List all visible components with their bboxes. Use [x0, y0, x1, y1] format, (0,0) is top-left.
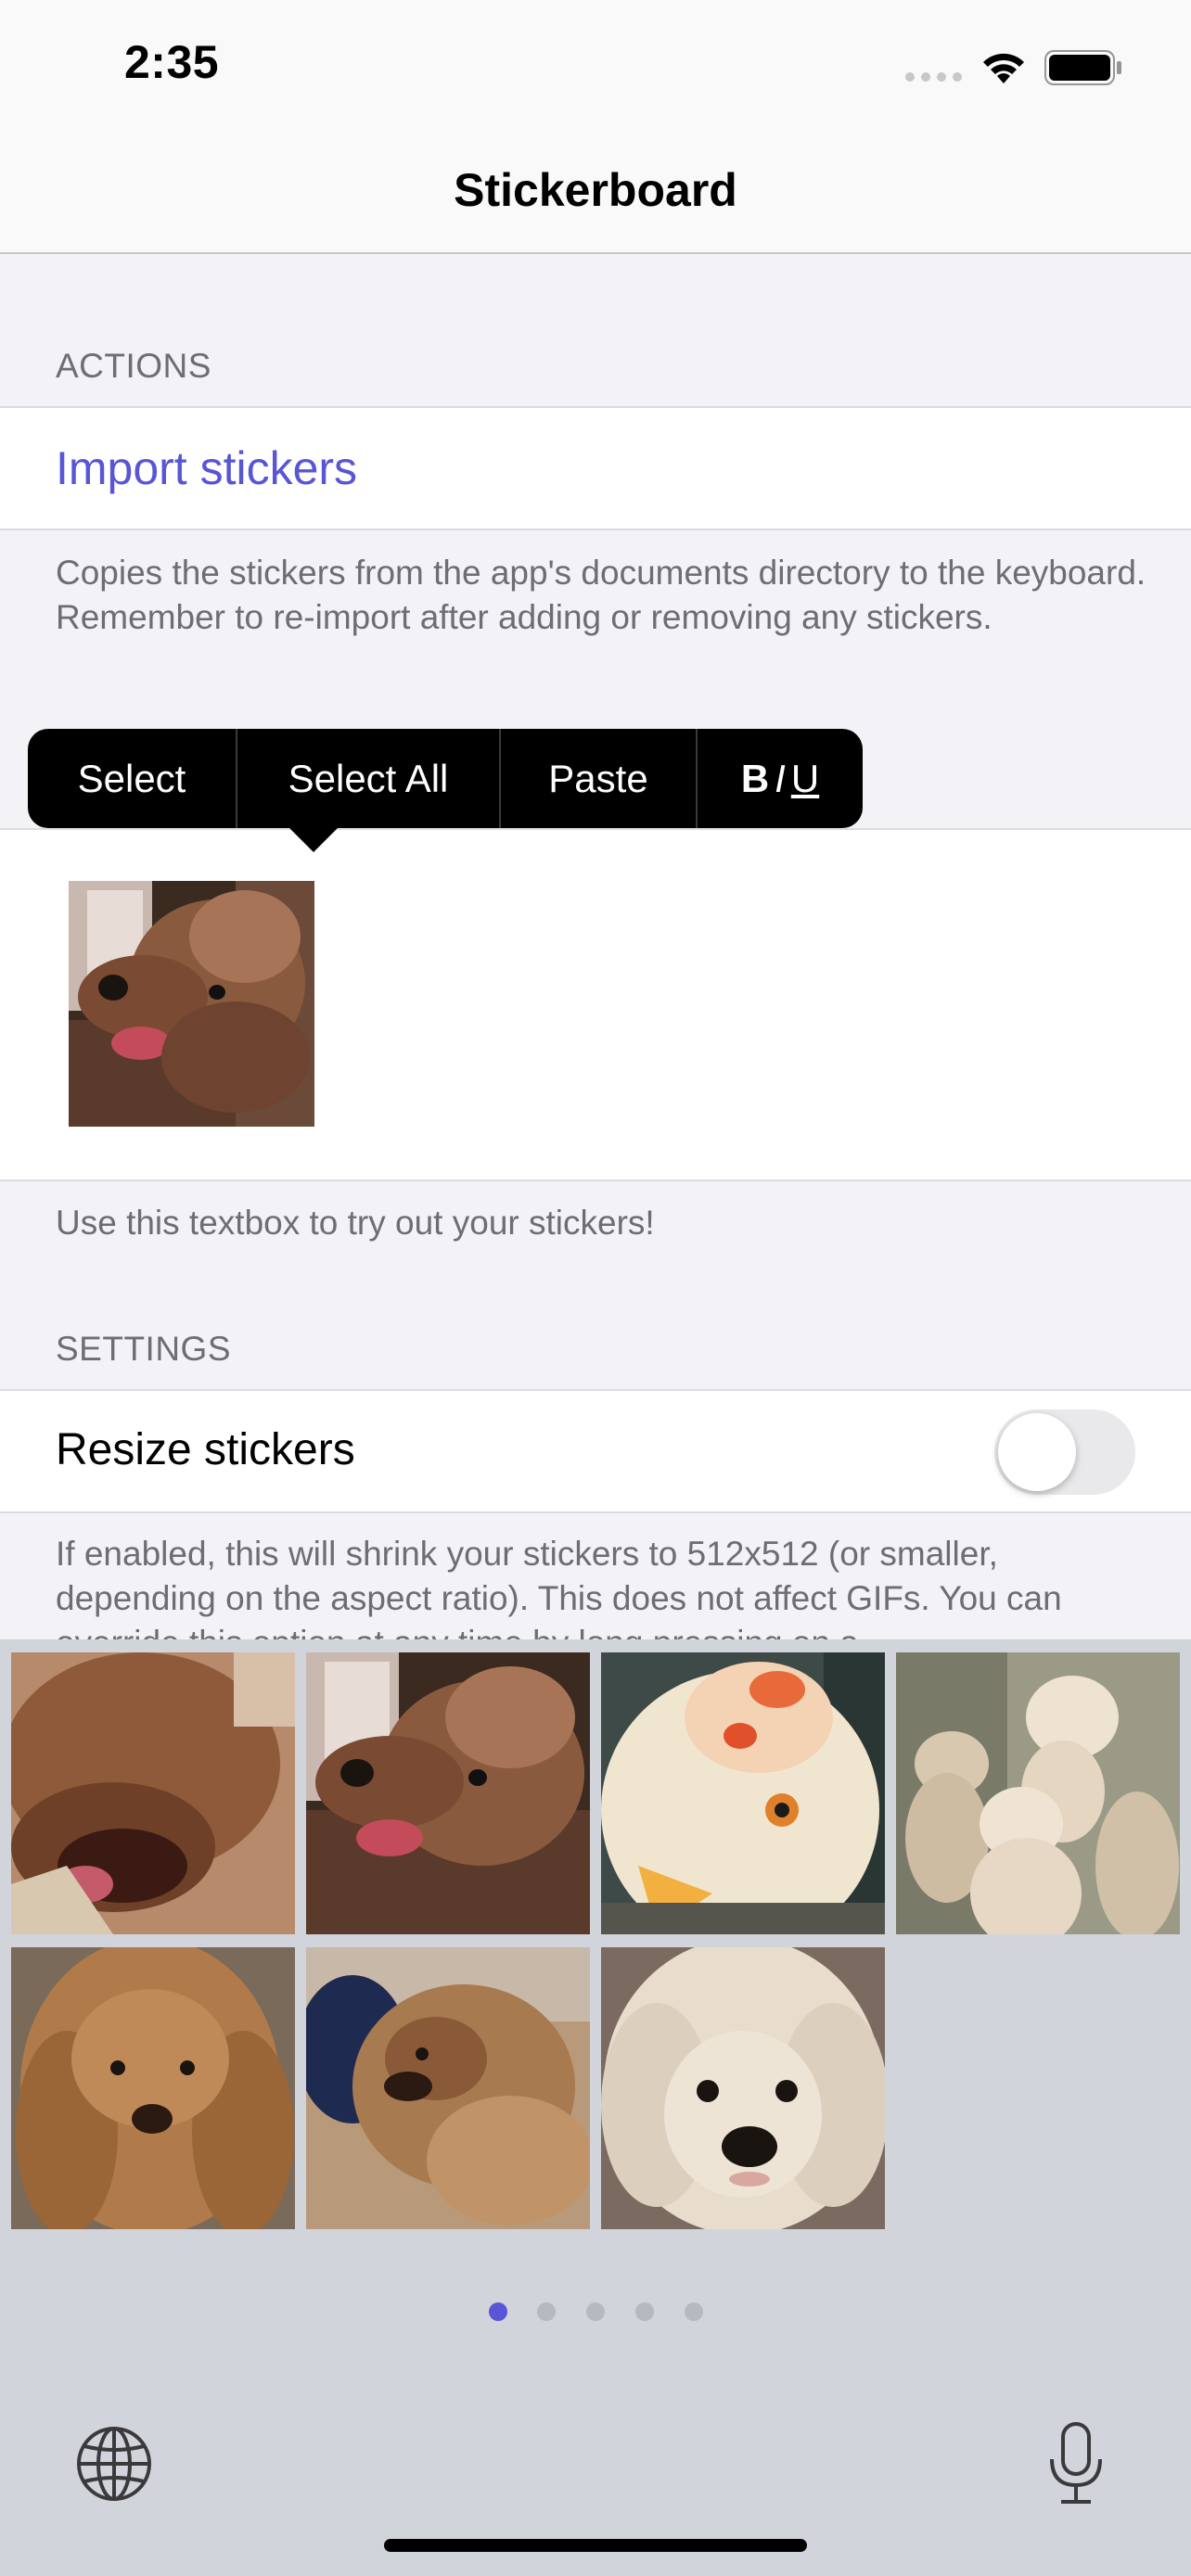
italic-icon: I [775, 756, 786, 800]
edit-context-menu: Select Select All Paste B I U [28, 729, 863, 828]
menu-select[interactable]: Select [28, 729, 236, 828]
settings-footer: If enabled, this will shrink your sticke… [56, 1535, 1062, 1639]
section-header-actions: ACTIONS [56, 347, 211, 385]
page-dot[interactable] [635, 2302, 654, 2321]
page-dot[interactable] [586, 2302, 605, 2321]
sticker-flowerhorn-fish[interactable] [601, 1652, 885, 1934]
sticker-white-poodle-closeup[interactable] [601, 1947, 885, 2229]
underline-icon: U [790, 756, 820, 800]
home-indicator [384, 2539, 807, 2552]
sticker-poodle-blurry[interactable] [306, 1947, 590, 2229]
status-time: 2:35 [124, 36, 220, 88]
page-dot[interactable] [685, 2302, 703, 2321]
textbox-footer: Use this textbox to try out your sticker… [56, 1204, 655, 1242]
menu-paste[interactable]: Paste [501, 729, 696, 828]
toggle-knob[interactable] [998, 1413, 1076, 1491]
wifi-icon [980, 48, 1028, 90]
bold-icon: B [740, 756, 770, 800]
signal-icon [905, 69, 963, 90]
menu-select-all[interactable]: Select All [237, 729, 499, 828]
sticker-poodle-yawning[interactable] [11, 1652, 295, 1934]
actions-footer: Copies the stickers from the app's docum… [56, 554, 1146, 636]
pasted-sticker-image[interactable] [69, 881, 314, 1127]
battery-icon [1044, 50, 1122, 90]
page-dot-active[interactable] [489, 2302, 507, 2321]
menu-arrow [288, 826, 339, 852]
sticker-poodle-looking-up[interactable] [306, 1652, 590, 1934]
menu-format-biu[interactable]: B I U [698, 729, 863, 828]
import-stickers-button[interactable]: Import stickers [56, 441, 357, 495]
sticker-poodle-portrait[interactable] [11, 1947, 295, 2229]
sticker-poodles-group[interactable] [896, 1652, 1180, 1934]
page-dot[interactable] [537, 2302, 556, 2321]
microphone-icon[interactable] [1046, 2422, 1106, 2510]
page-title: Stickerboard [454, 164, 737, 216]
section-header-settings: SETTINGS [56, 1330, 232, 1368]
resize-stickers-label: Resize stickers [56, 1425, 355, 1474]
globe-icon[interactable] [76, 2426, 152, 2506]
